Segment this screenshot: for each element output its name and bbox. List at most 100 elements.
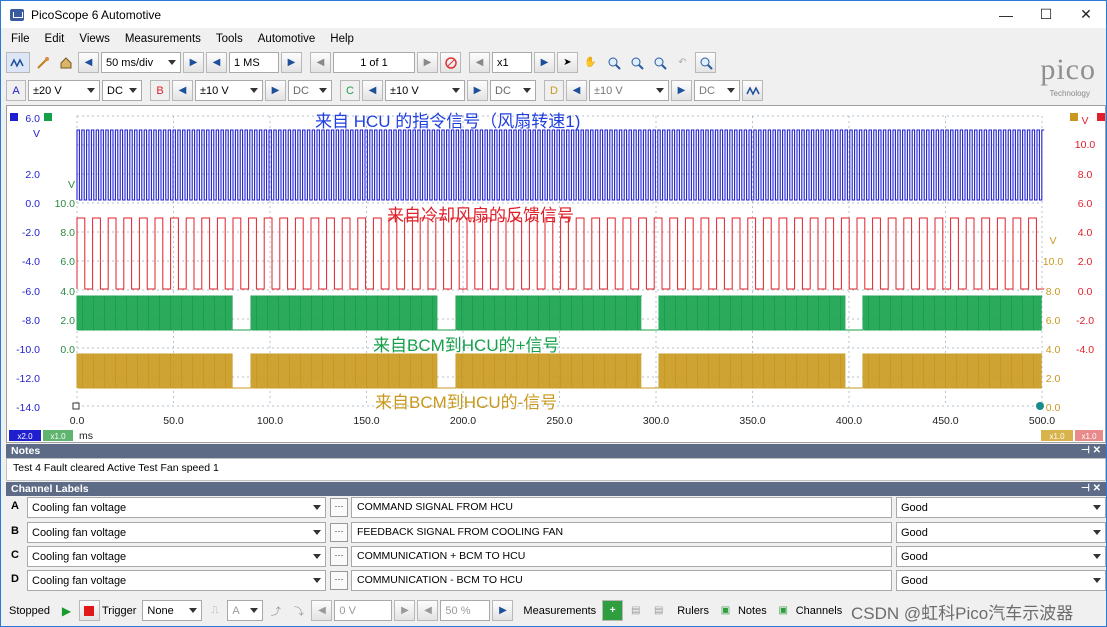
stop-icon[interactable] (78, 600, 100, 621)
channel-d-next-button[interactable]: ▶ (671, 80, 692, 101)
trigger-advanced-icon[interactable]: ⎍ (204, 600, 225, 621)
pointer-tool-icon[interactable]: ➤ (557, 52, 578, 73)
notes-text-area[interactable]: Test 4 Fault cleared Active Test Fan spe… (6, 458, 1106, 481)
buffer-next-button[interactable]: ▶ (417, 52, 438, 73)
channel-a-coupling-select[interactable]: DC (102, 80, 142, 101)
zoom-next-button[interactable]: ▶ (534, 52, 555, 73)
x-axis-tick: 250.0 (546, 415, 572, 427)
samples-select[interactable]: 1 MS (229, 52, 279, 73)
pretrigger-prev-button[interactable]: ◀ (417, 600, 439, 621)
menu-tools[interactable]: Tools (216, 33, 243, 45)
more-button[interactable]: ··· (330, 547, 348, 566)
channel-description[interactable]: COMMUNICATION + BCM TO HCU (351, 546, 892, 567)
more-button[interactable]: ··· (330, 571, 348, 590)
menu-file[interactable]: File (11, 33, 30, 45)
menu-edit[interactable]: Edit (45, 33, 65, 45)
channel-b-prev-button[interactable]: ◀ (172, 80, 193, 101)
scope-view[interactable]: 6.0 V 2.0 0.0 -2.0 -4.0 -6.0 -8.0 -10.0 -12.0 -14.… (6, 105, 1106, 443)
falling-edge-icon[interactable]: ⤵ (288, 600, 309, 621)
level-next-button[interactable]: ▶ (394, 600, 416, 621)
samples-next-button[interactable]: ▶ (281, 52, 302, 73)
level-prev-button[interactable]: ◀ (311, 600, 333, 621)
status-select[interactable]: Good (896, 522, 1106, 543)
maximize-button[interactable]: ☐ (1026, 1, 1066, 28)
axis-c-tick: 2.0 (60, 315, 75, 327)
scope-mode-icon[interactable] (6, 52, 30, 73)
more-button[interactable]: ··· (330, 498, 348, 517)
hand-tool-icon[interactable]: ✋ (580, 52, 601, 73)
more-button[interactable]: ··· (330, 523, 348, 542)
menu-help[interactable]: Help (330, 33, 354, 45)
channel-c-range-select[interactable]: ±10 V (385, 80, 465, 101)
pretrigger-next-button[interactable]: ▶ (492, 600, 514, 621)
buffer-field[interactable]: 1 of 1 (333, 52, 415, 73)
pretrigger-field[interactable]: 50 % (440, 600, 491, 621)
notes-toggle-icon[interactable]: ▣ (773, 600, 794, 621)
start-icon[interactable]: ▶ (56, 600, 77, 621)
probe-icon[interactable] (32, 52, 53, 73)
zoom-field[interactable]: x1 (492, 52, 532, 73)
channel-a-button[interactable]: A (6, 80, 26, 101)
menu-measurements[interactable]: Measurements (125, 33, 201, 45)
trigger-level-field[interactable]: 0 V (334, 600, 393, 621)
channel-description[interactable]: COMMAND SIGNAL FROM HCU (351, 497, 892, 518)
rulers-toggle-icon[interactable]: ▣ (715, 600, 736, 621)
trigger-mode-value: None (147, 604, 174, 617)
overlay-label-c: 来自BCM到HCU的+信号 (373, 336, 560, 355)
channel-d-range-select[interactable]: ±10 V (589, 80, 669, 101)
close-button[interactable]: ✕ (1066, 1, 1106, 28)
trigger-mode-select[interactable]: None (142, 600, 203, 621)
zoom-fit-icon[interactable] (695, 52, 716, 73)
rising-edge-icon[interactable]: ⤴ (265, 600, 286, 621)
channel-description[interactable]: COMMUNICATION - BCM TO HCU (351, 570, 892, 591)
samples-prev-button[interactable]: ◀ (206, 52, 227, 73)
zoom-in-icon[interactable] (603, 52, 624, 73)
minimize-button[interactable]: — (986, 1, 1026, 28)
trigger-channel-select[interactable]: A (227, 600, 264, 621)
undo-zoom-icon[interactable]: ↶ (672, 52, 693, 73)
menu-views[interactable]: Views (79, 33, 109, 45)
zoom-prev-button[interactable]: ◀ (469, 52, 490, 73)
zoom-out-icon[interactable] (649, 52, 670, 73)
channel-c-next-button[interactable]: ▶ (467, 80, 488, 101)
delete-measurement-icon[interactable]: ▤ (648, 600, 669, 621)
probe-select[interactable]: Cooling fan voltage (27, 546, 326, 567)
math-channels-icon[interactable] (742, 80, 763, 101)
channel-b-coupling-select[interactable]: DC (288, 80, 332, 101)
probe-select[interactable]: Cooling fan voltage (27, 570, 326, 591)
channel-b-range-select[interactable]: ±10 V (195, 80, 263, 101)
timebase-next-button[interactable]: ▶ (183, 52, 204, 73)
timebase-select[interactable]: 50 ms/div (101, 52, 181, 73)
status-select[interactable]: Good (896, 497, 1106, 518)
channel-a-range-select[interactable]: ±20 V (28, 80, 100, 101)
channel-d-prev-button[interactable]: ◀ (566, 80, 587, 101)
x-axis-tick: 350.0 (739, 415, 765, 427)
buffer-overview-icon[interactable] (440, 52, 461, 73)
channel-c-coupling-select[interactable]: DC (490, 80, 536, 101)
probe-select[interactable]: Cooling fan voltage (27, 522, 326, 543)
probe-select[interactable]: Cooling fan voltage (27, 497, 326, 518)
x-axis-tick: 300.0 (643, 415, 669, 427)
channel-b-next-button[interactable]: ▶ (265, 80, 286, 101)
notes-panel-controls[interactable]: ⊣ ✕ (1081, 444, 1101, 458)
channel-b-button[interactable]: B (150, 80, 170, 101)
timebase-prev-button[interactable]: ◀ (78, 52, 99, 73)
channel-c-coupling: DC (495, 84, 511, 97)
status-select[interactable]: Good (896, 546, 1106, 567)
home-icon[interactable] (55, 52, 76, 73)
channel-d-coupling-select[interactable]: DC (694, 80, 740, 101)
axis-b-tick: -4.0 (1076, 344, 1094, 356)
menu-automotive[interactable]: Automotive (258, 33, 316, 45)
zoom-region-icon[interactable] (626, 52, 647, 73)
buffer-prev-button[interactable]: ◀ (310, 52, 331, 73)
axis-b-tick: -2.0 (1076, 315, 1094, 327)
edit-measurement-icon[interactable]: ▤ (625, 600, 646, 621)
channel-labels-controls[interactable]: ⊣ ✕ (1081, 482, 1101, 496)
status-select[interactable]: Good (896, 570, 1106, 591)
x-axis-tick: 200.0 (450, 415, 476, 427)
channel-c-button[interactable]: C (340, 80, 360, 101)
channel-description[interactable]: FEEDBACK SIGNAL FROM COOLING FAN (351, 522, 892, 543)
add-measurement-icon[interactable]: + (602, 600, 624, 621)
channel-c-prev-button[interactable]: ◀ (362, 80, 383, 101)
channel-d-button[interactable]: D (544, 80, 564, 101)
